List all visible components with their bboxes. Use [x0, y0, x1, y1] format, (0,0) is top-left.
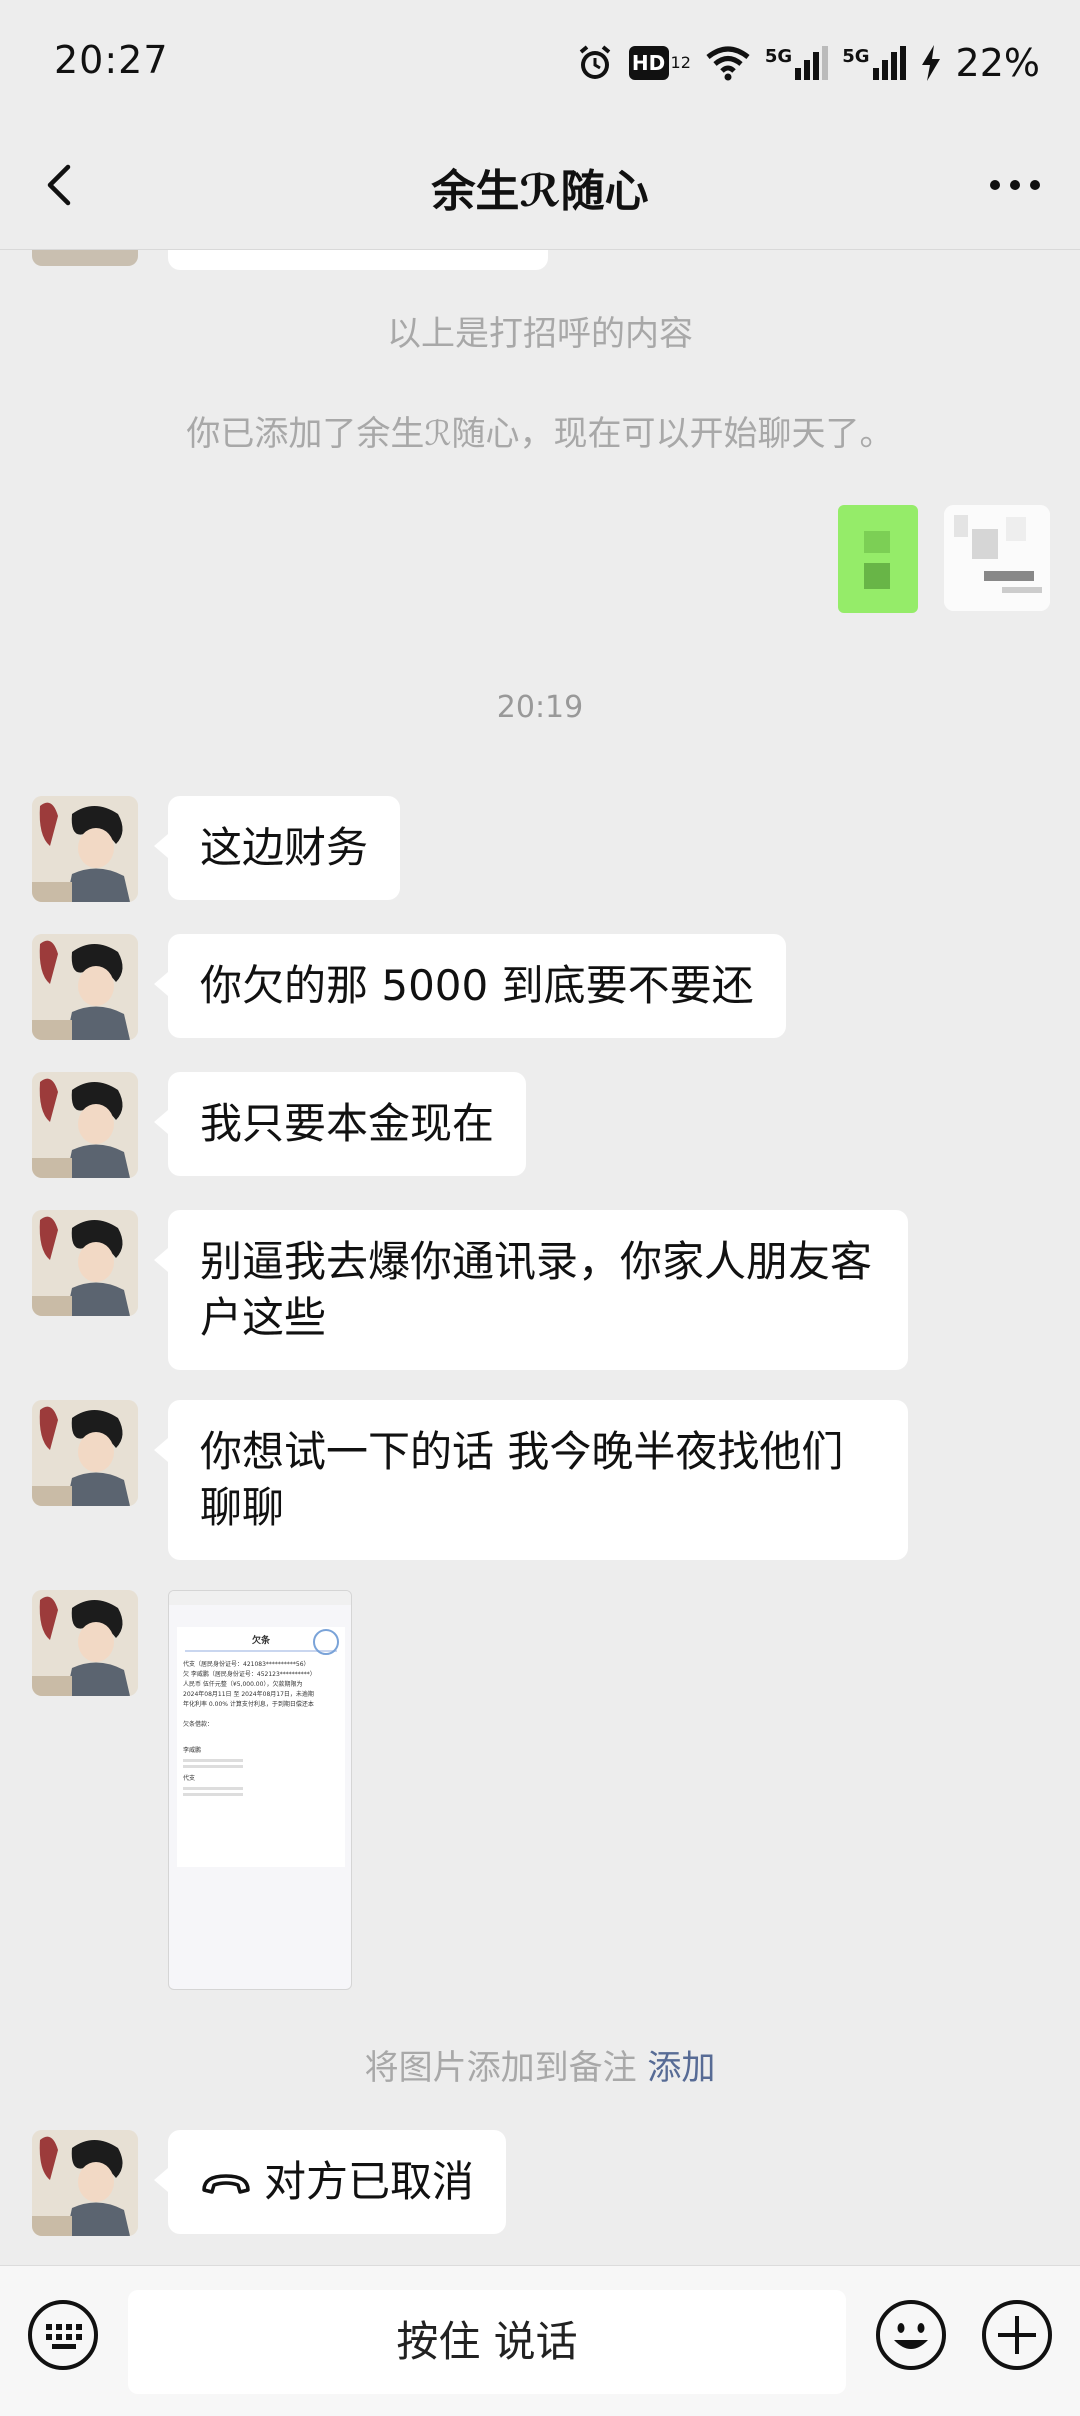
signal-icon-2: 5G	[842, 46, 906, 80]
message-bubble[interactable]: 我只要本金现在	[153, 1072, 527, 1176]
charging-icon	[921, 45, 940, 81]
image-message[interactable]: 欠条 代支（居民身份证号：421083**********56） 欠 李威鹏（居…	[168, 1590, 352, 1990]
iou-document-preview: 欠条 代支（居民身份证号：421083**********56） 欠 李威鹏（居…	[177, 1627, 345, 1867]
chat-messages[interactable]: 以上是打招呼的内容 你已添加了余生ℛ随心，现在可以开始聊天了。 20:19 这边…	[0, 250, 1080, 2265]
emoji-icon[interactable]	[874, 2298, 948, 2372]
message-bubble[interactable]: 这边财务	[153, 796, 401, 900]
contact-avatar-image	[32, 934, 138, 1040]
avatar[interactable]	[32, 1400, 138, 1506]
message-bubble[interactable]: 别逼我去爆你通讯录，你家人朋友客户这些	[154, 1210, 908, 1370]
contact-avatar-image	[32, 1590, 138, 1696]
avatar[interactable]	[32, 796, 138, 902]
outgoing-message-bubble[interactable]	[838, 505, 918, 613]
phone-hangup-icon	[202, 2173, 250, 2194]
contact-avatar-image	[32, 1072, 138, 1178]
avatar[interactable]	[32, 250, 138, 266]
contact-avatar-image	[32, 796, 138, 902]
alarm-icon	[579, 45, 610, 79]
battery-percent: 22%	[955, 41, 1040, 85]
contact-avatar-image	[32, 1400, 138, 1506]
self-avatar[interactable]	[944, 505, 1050, 611]
avatar[interactable]	[32, 934, 138, 1040]
hd-badge: HD 12	[628, 46, 691, 80]
add-note-link[interactable]: 添加	[647, 2048, 715, 2088]
call-cancelled-bubble[interactable]: 对方已取消	[153, 2130, 507, 2234]
message-bubble[interactable]: 你欠的那 5000 到底要不要还	[154, 934, 786, 1038]
chat-title: 余生ℛ随心	[431, 166, 649, 217]
status-bar: 20:27 HD 12 5G 5G 22%	[0, 0, 1080, 125]
avatar[interactable]	[32, 1590, 138, 1696]
wifi-icon	[706, 46, 750, 81]
message-bubble[interactable]: 你想试一下的话 我今晚半夜找他们聊聊	[154, 1400, 908, 1560]
plus-icon[interactable]	[980, 2298, 1054, 2372]
input-bar: 按住 说话	[0, 2265, 1080, 2416]
keyboard-icon[interactable]	[26, 2298, 100, 2372]
timestamp: 20:19	[496, 690, 584, 725]
contact-avatar-image	[32, 2130, 138, 2236]
status-icons: HD 12 5G 5G 22%	[575, 38, 1040, 88]
stamp-icon	[313, 1629, 339, 1655]
blurred-avatar-image	[944, 505, 1050, 611]
status-time: 20:27	[54, 38, 169, 82]
add-image-note: 将图片添加到备注 添加	[364, 2048, 716, 2088]
message-bubble-partial[interactable]	[168, 250, 548, 270]
chat-header: 余生ℛ随心	[0, 125, 1080, 250]
contact-avatar-image	[32, 1210, 138, 1316]
signal-icon-1: 5G	[765, 46, 829, 80]
more-options-icon[interactable]	[980, 155, 1050, 215]
avatar[interactable]	[32, 1210, 138, 1316]
system-message-greeting: 以上是打招呼的内容	[387, 314, 693, 354]
avatar[interactable]	[32, 1072, 138, 1178]
system-message-added: 你已添加了余生ℛ随心，现在可以开始聊天了。	[186, 414, 894, 454]
avatar[interactable]	[32, 2130, 138, 2236]
hold-to-talk-button[interactable]: 按住 说话	[128, 2290, 846, 2394]
